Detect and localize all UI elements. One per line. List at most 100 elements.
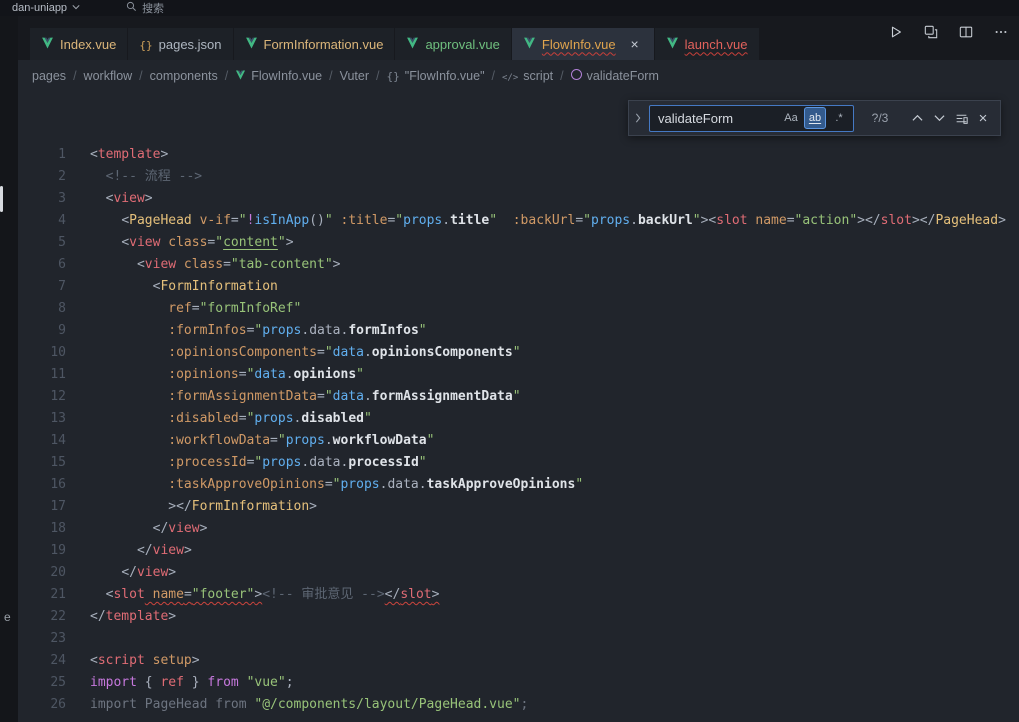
find-match-count: ?/3 (866, 111, 894, 125)
code-line[interactable]: 3 <view> (18, 188, 1019, 210)
breadcrumb-separator: / (329, 69, 332, 83)
code-line[interactable]: 9 :formInfos="props.data.formInfos" (18, 320, 1019, 342)
breadcrumb-item[interactable]: Vuter (340, 69, 369, 83)
more-actions-icon[interactable] (991, 22, 1011, 42)
editor-tab[interactable]: launch.vue (655, 28, 759, 60)
line-number: 26 (18, 694, 66, 716)
run-icon[interactable] (886, 22, 906, 42)
open-changes-icon[interactable] (921, 22, 941, 42)
code-text: <!-- 流程 --> (66, 166, 202, 188)
code-text: <PageHead v-if="!isInApp()" :title="prop… (66, 210, 1006, 232)
vue-icon (235, 69, 246, 83)
code-line[interactable]: 1<template> (18, 144, 1019, 166)
vue-file-icon (666, 37, 679, 52)
code-text: :opinions="data.opinions" (66, 364, 364, 386)
breadcrumb-item[interactable]: components (150, 69, 218, 83)
breadcrumb-label: Vuter (340, 69, 369, 83)
activity-bar: e (0, 16, 18, 722)
find-previous-icon[interactable] (906, 107, 928, 129)
line-number: 9 (18, 320, 66, 342)
editor-tab[interactable]: FlowInfo.vue× (512, 28, 654, 60)
line-number: 10 (18, 342, 66, 364)
editor-tab[interactable]: approval.vue (395, 28, 510, 60)
tab-label: Index.vue (60, 37, 116, 52)
method-icon (571, 69, 582, 83)
breadcrumb-label: workflow (84, 69, 133, 83)
line-number: 5 (18, 232, 66, 254)
code-line[interactable]: 22</template> (18, 606, 1019, 628)
breadcrumb-separator: / (560, 69, 563, 83)
line-number: 25 (18, 672, 66, 694)
editor-tab[interactable]: {} pages.json (128, 28, 232, 60)
code-line[interactable]: 10 :opinionsComponents="data.opinionsCom… (18, 342, 1019, 364)
toggle-replace-icon[interactable] (631, 101, 645, 135)
breadcrumb-separator: / (376, 69, 379, 83)
breadcrumb-item[interactable]: {}"FlowInfo.vue" (387, 69, 485, 83)
breadcrumb-label: pages (32, 69, 66, 83)
editor-tab[interactable]: FormInformation.vue (234, 28, 395, 60)
json-file-icon: {} (139, 37, 152, 52)
code-line[interactable]: 6 <view class="tab-content"> (18, 254, 1019, 276)
editor-actions (886, 22, 1011, 42)
code-line[interactable]: 7 <FormInformation (18, 276, 1019, 298)
code-line[interactable]: 11 :opinions="data.opinions" (18, 364, 1019, 386)
code-line[interactable]: 23 (18, 628, 1019, 650)
tab-close-icon[interactable]: × (627, 36, 643, 52)
breadcrumb-item[interactable]: validateForm (571, 69, 659, 83)
breadcrumb-separator: / (73, 69, 76, 83)
tab-label: approval.vue (425, 37, 499, 52)
code-editor[interactable]: 1<template>2 <!-- 流程 -->3 <view>4 <PageH… (18, 92, 1019, 722)
line-number: 14 (18, 430, 66, 452)
find-next-icon[interactable] (928, 107, 950, 129)
code-line[interactable]: 17 ></FormInformation> (18, 496, 1019, 518)
editor-tab[interactable]: Index.vue (30, 28, 127, 60)
breadcrumb-separator: / (225, 69, 228, 83)
split-editor-icon[interactable] (956, 22, 976, 42)
find-input[interactable] (650, 110, 778, 127)
global-search[interactable]: 搜索 (126, 0, 164, 16)
match-case-button[interactable]: Aa (780, 107, 802, 129)
code-line[interactable]: 8 ref="formInfoRef" (18, 298, 1019, 320)
code-line[interactable]: 15 :processId="props.data.processId" (18, 452, 1019, 474)
code-line[interactable]: 18 </view> (18, 518, 1019, 540)
code-line[interactable]: 20 </view> (18, 562, 1019, 584)
code-text: ref="formInfoRef" (66, 298, 301, 320)
tab-label: pages.json (159, 37, 222, 52)
title-bar: dan-uniapp 搜索 (0, 0, 1019, 16)
whole-word-button[interactable]: ab (804, 107, 826, 129)
code-line[interactable]: 25import { ref } from "vue"; (18, 672, 1019, 694)
code-text: import { ref } from "vue"; (66, 672, 294, 694)
regex-button[interactable]: .* (828, 107, 850, 129)
breadcrumb-item[interactable]: FlowInfo.vue (235, 69, 322, 83)
project-menu[interactable]: dan-uniapp (0, 2, 80, 14)
code-line[interactable]: 16 :taskApproveOpinions="props.data.task… (18, 474, 1019, 496)
breadcrumb-item[interactable]: workflow (84, 69, 133, 83)
tab-label: launch.vue (685, 37, 748, 52)
code-text: :opinionsComponents="data.opinionsCompon… (66, 342, 521, 364)
code-line[interactable]: 5 <view class="content"> (18, 232, 1019, 254)
code-text: </view> (66, 540, 192, 562)
breadcrumb-item[interactable]: pages (32, 69, 66, 83)
code-text (66, 628, 90, 650)
code-line[interactable]: 26import PageHead from "@/components/lay… (18, 694, 1019, 716)
code-line[interactable]: 14 :workflowData="props.workflowData" (18, 430, 1019, 452)
code-text: <view> (66, 188, 153, 210)
find-in-selection-icon[interactable] (950, 107, 972, 129)
code-line[interactable]: 24<script setup> (18, 650, 1019, 672)
line-number: 24 (18, 650, 66, 672)
braces-icon: {} (387, 69, 400, 83)
code-line[interactable]: 19 </view> (18, 540, 1019, 562)
line-number: 1 (18, 144, 66, 166)
code-line[interactable]: 21 <slot name="footer"><!-- 审批意见 --></sl… (18, 584, 1019, 606)
code-text: <view class="content"> (66, 232, 294, 254)
code-line[interactable]: 4 <PageHead v-if="!isInApp()" :title="pr… (18, 210, 1019, 232)
code-line[interactable]: 13 :disabled="props.disabled" (18, 408, 1019, 430)
activity-indicator[interactable] (0, 186, 3, 212)
code-line[interactable]: 12 :formAssignmentData="data.formAssignm… (18, 386, 1019, 408)
breadcrumb-item[interactable]: </>script (502, 69, 553, 83)
close-find-icon[interactable]: × (972, 107, 994, 129)
line-number: 3 (18, 188, 66, 210)
code-text: <FormInformation (66, 276, 278, 298)
code-text: </view> (66, 518, 207, 540)
code-line[interactable]: 2 <!-- 流程 --> (18, 166, 1019, 188)
